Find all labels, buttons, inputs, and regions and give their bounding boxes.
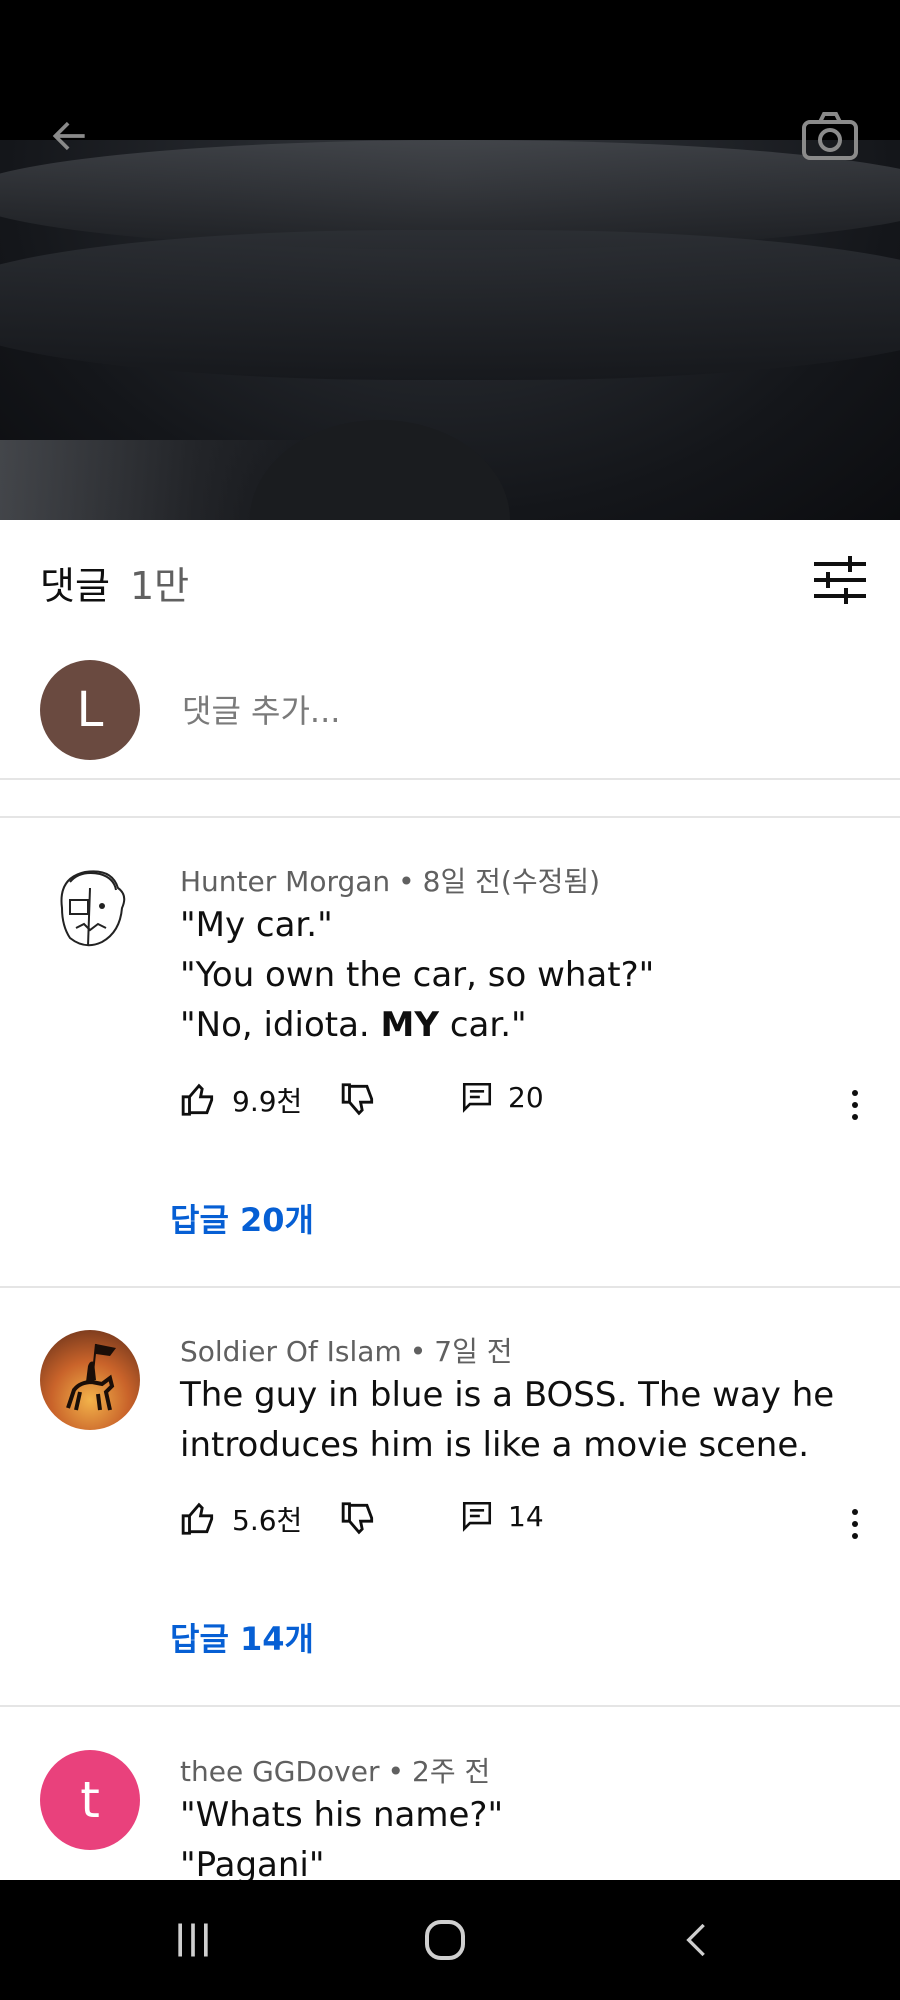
home-button[interactable]	[385, 1900, 505, 1980]
comment-text: "Whats his name?" "Pagani"	[180, 1790, 860, 1890]
thumbs-up-icon	[181, 1083, 214, 1116]
sliders-icon	[814, 556, 866, 604]
view-replies-link[interactable]: 답글 14개	[170, 1614, 314, 1660]
divider	[0, 778, 900, 780]
dislike-button[interactable]	[340, 1499, 378, 1537]
comment-line: The guy in blue is a BOSS. The way he	[180, 1375, 835, 1415]
comment-icon	[462, 1082, 492, 1113]
reply-button[interactable]: 20	[460, 1080, 544, 1114]
reply-button[interactable]: 14	[460, 1499, 544, 1533]
system-navigation-bar	[0, 1880, 900, 2000]
more-options-button[interactable]	[838, 1499, 872, 1549]
thumbs-down-icon	[341, 1083, 374, 1116]
comment-line: "No, idiota. MY car."	[180, 1000, 860, 1050]
comment-line-part: "No, idiota.	[180, 1005, 381, 1045]
avatar-initial: L	[76, 682, 104, 738]
divider	[0, 816, 900, 818]
home-icon	[425, 1920, 465, 1960]
reply-count: 20	[508, 1080, 544, 1114]
dislike-button[interactable]	[340, 1080, 378, 1118]
thumbs-up-icon	[181, 1502, 214, 1535]
arrow-left-icon	[52, 121, 85, 151]
comment-actions: 9.9천 20	[180, 1080, 880, 1130]
comment-line-bold: MY	[380, 1005, 440, 1045]
video-player[interactable]	[0, 0, 900, 520]
sketch-face-avatar	[60, 870, 126, 947]
comment-meta: Hunter Morgan • 8일 전(수정됨)	[180, 860, 600, 900]
comment-time: 7일 전	[434, 1335, 513, 1368]
reply-count: 14	[508, 1499, 544, 1533]
more-vertical-icon	[852, 1090, 858, 1120]
sort-filter-button[interactable]	[810, 550, 870, 610]
recent-apps-icon	[178, 1923, 208, 1957]
comment-line: introduces him is like a movie scene.	[180, 1425, 810, 1465]
like-count: 5.6천	[232, 1504, 303, 1537]
recent-apps-button[interactable]	[133, 1900, 253, 1980]
comment-icon	[462, 1501, 492, 1532]
comment-author[interactable]: Hunter Morgan	[180, 865, 390, 898]
comment-text: The guy in blue is a BOSS. The way he in…	[180, 1370, 860, 1470]
comment-text: "My car." "You own the car, so what?" "N…	[180, 900, 860, 1050]
comment-author[interactable]: Soldier Of Islam	[180, 1335, 402, 1368]
comment-meta: Soldier Of Islam • 7일 전	[180, 1330, 513, 1370]
comments-count: 1만	[130, 564, 190, 608]
comment-time: 8일 전(수정됨)	[422, 865, 601, 898]
camera-button[interactable]	[798, 104, 862, 168]
comment-author-avatar[interactable]: t	[40, 1750, 140, 1850]
thumbs-down-icon	[341, 1502, 374, 1535]
current-user-avatar: L	[40, 660, 140, 760]
system-back-button[interactable]	[637, 1900, 757, 1980]
divider	[0, 1705, 900, 1707]
avatar-initial: t	[80, 1771, 100, 1829]
chevron-left-icon	[686, 1923, 705, 1957]
comment-line: "My car."	[180, 905, 333, 945]
comment-line-part: car."	[439, 1005, 527, 1045]
status-bar-area	[0, 0, 900, 140]
separator-dot: •	[409, 1335, 427, 1368]
more-options-button[interactable]	[838, 1080, 872, 1130]
like-button[interactable]: 5.6천	[180, 1499, 302, 1539]
rider-avatar	[66, 1343, 116, 1411]
back-button[interactable]	[38, 104, 102, 168]
comment-line: "Whats his name?"	[180, 1795, 504, 1835]
video-frame	[0, 140, 900, 520]
add-comment-input[interactable]	[180, 685, 824, 737]
like-count: 9.9천	[232, 1085, 303, 1118]
separator-dot: •	[387, 1755, 404, 1788]
comment-time: 2주 전	[412, 1755, 491, 1788]
comment-actions: 5.6천 14	[180, 1499, 880, 1549]
comments-title: 댓글	[40, 564, 110, 608]
comment-author-avatar[interactable]	[40, 1330, 140, 1430]
camera-icon	[802, 112, 858, 160]
view-replies-link[interactable]: 답글 20개	[170, 1195, 314, 1241]
separator-dot: •	[398, 865, 415, 898]
comment-line: "You own the car, so what?"	[180, 955, 655, 995]
comment-author-avatar[interactable]	[40, 860, 140, 960]
more-vertical-icon	[852, 1509, 858, 1539]
comment-meta: thee GGDover • 2주 전	[180, 1750, 490, 1790]
divider	[0, 1286, 900, 1288]
comment-author[interactable]: thee GGDover	[180, 1755, 379, 1788]
like-button[interactable]: 9.9천	[180, 1080, 302, 1120]
